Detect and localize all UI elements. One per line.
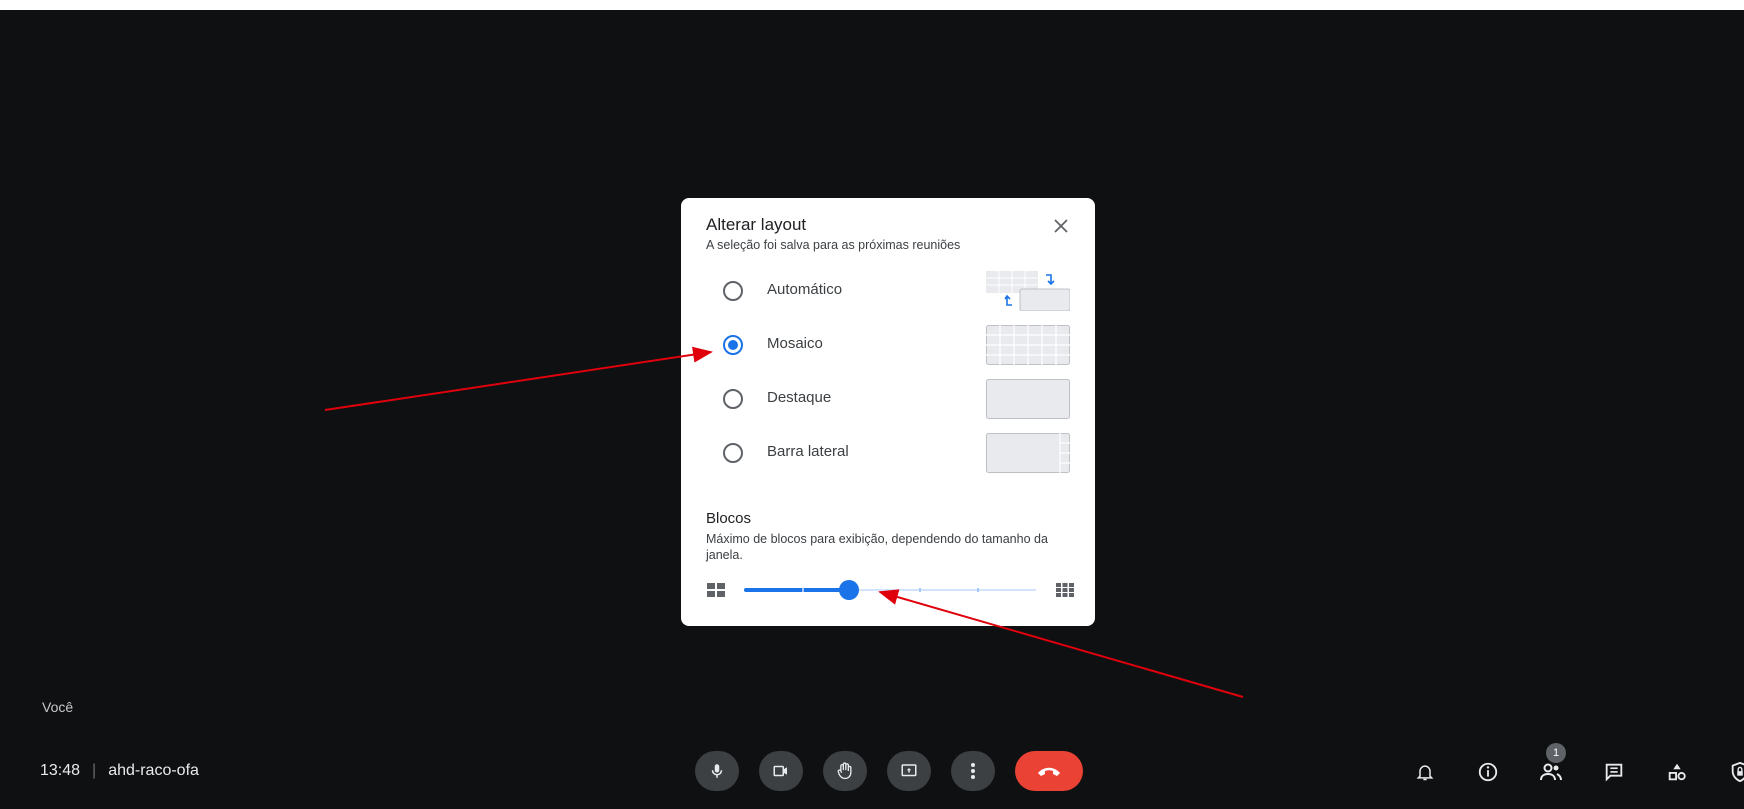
call-end-icon <box>1038 767 1060 776</box>
layout-option-label: Automático <box>767 281 843 298</box>
meeting-info: 13:48 | ahd-raco-ofa <box>40 762 199 780</box>
people-icon <box>1540 763 1562 781</box>
tiles-slider-thumb[interactable] <box>839 580 860 600</box>
layout-option-label: Mosaico <box>767 335 823 352</box>
present-button[interactable] <box>887 751 931 791</box>
sidebar-layout-thumbnail-icon <box>986 433 1070 473</box>
tiles-section-description: Máximo de blocos para exibição, dependen… <box>706 532 1048 562</box>
meeting-details-button[interactable] <box>1473 757 1503 787</box>
present-icon <box>901 764 917 777</box>
bell-icon <box>1416 765 1434 781</box>
more-options-button[interactable] <box>951 751 995 791</box>
raise-hand-button[interactable] <box>823 751 867 791</box>
info-icon <box>1478 762 1498 782</box>
call-controls <box>695 751 1083 791</box>
close-icon <box>1054 219 1068 233</box>
slider-tick <box>977 588 979 592</box>
layout-radio-sidebar[interactable] <box>723 443 743 463</box>
layout-radio-spotlight[interactable] <box>723 389 743 409</box>
tiles-slider-fill <box>744 588 850 592</box>
self-tile-label: Você <box>42 699 74 715</box>
layout-option-sidebar[interactable]: Barra lateral <box>681 430 1095 476</box>
layout-option-auto[interactable]: Automático <box>681 268 1095 314</box>
layout-option-label: Barra lateral <box>767 443 849 460</box>
close-dialog-button[interactable] <box>1047 212 1075 240</box>
people-button[interactable]: 1 <box>1536 743 1566 787</box>
hand-icon <box>837 762 852 780</box>
dialog-title: Alterar layout <box>706 215 807 234</box>
grid-many-tiles-icon <box>1056 583 1074 597</box>
grid-few-tiles-icon <box>707 583 725 597</box>
layout-radio-auto[interactable] <box>723 281 743 301</box>
spotlight-layout-thumbnail-icon <box>986 379 1070 419</box>
shapes-icon <box>1668 763 1686 781</box>
slider-tick <box>802 588 804 592</box>
meeting-code: ahd-raco-ofa <box>108 762 199 779</box>
layout-option-label: Destaque <box>767 389 832 406</box>
chat-button[interactable] <box>1599 757 1629 787</box>
tiled-layout-thumbnail-icon <box>986 325 1070 365</box>
camera-button[interactable] <box>759 751 803 791</box>
participants-count-badge: 1 <box>1546 743 1566 763</box>
tiles-section-title: Blocos <box>706 510 752 527</box>
tiles-slider[interactable] <box>744 580 1036 600</box>
activities-button[interactable] <box>1662 757 1692 787</box>
camera-icon <box>773 765 787 777</box>
host-controls-button[interactable] <box>1725 757 1744 787</box>
mic-icon <box>711 764 723 778</box>
right-toolbar: 1 <box>1410 743 1744 787</box>
tiles-slider-row <box>706 578 1076 602</box>
layout-option-spotlight[interactable]: Destaque <box>681 376 1095 422</box>
notifications-button[interactable] <box>1410 757 1440 787</box>
leave-call-button[interactable] <box>1015 751 1083 791</box>
chat-icon <box>1605 763 1623 782</box>
auto-layout-thumbnail-icon <box>986 271 1070 311</box>
microphone-button[interactable] <box>695 751 739 791</box>
shield-lock-icon <box>1731 761 1744 783</box>
change-layout-dialog: Alterar layout A seleção foi salva para … <box>681 198 1095 626</box>
meeting-info-separator: | <box>92 762 97 779</box>
dialog-subtitle: A seleção foi salva para as próximas reu… <box>706 238 961 252</box>
layout-radio-tiled[interactable] <box>723 335 743 355</box>
top-edge <box>0 0 1744 10</box>
meeting-time: 13:48 <box>40 762 81 779</box>
layout-option-tiled[interactable]: Mosaico <box>681 322 1095 368</box>
more-vert-icon <box>971 763 975 779</box>
slider-tick <box>919 588 921 592</box>
